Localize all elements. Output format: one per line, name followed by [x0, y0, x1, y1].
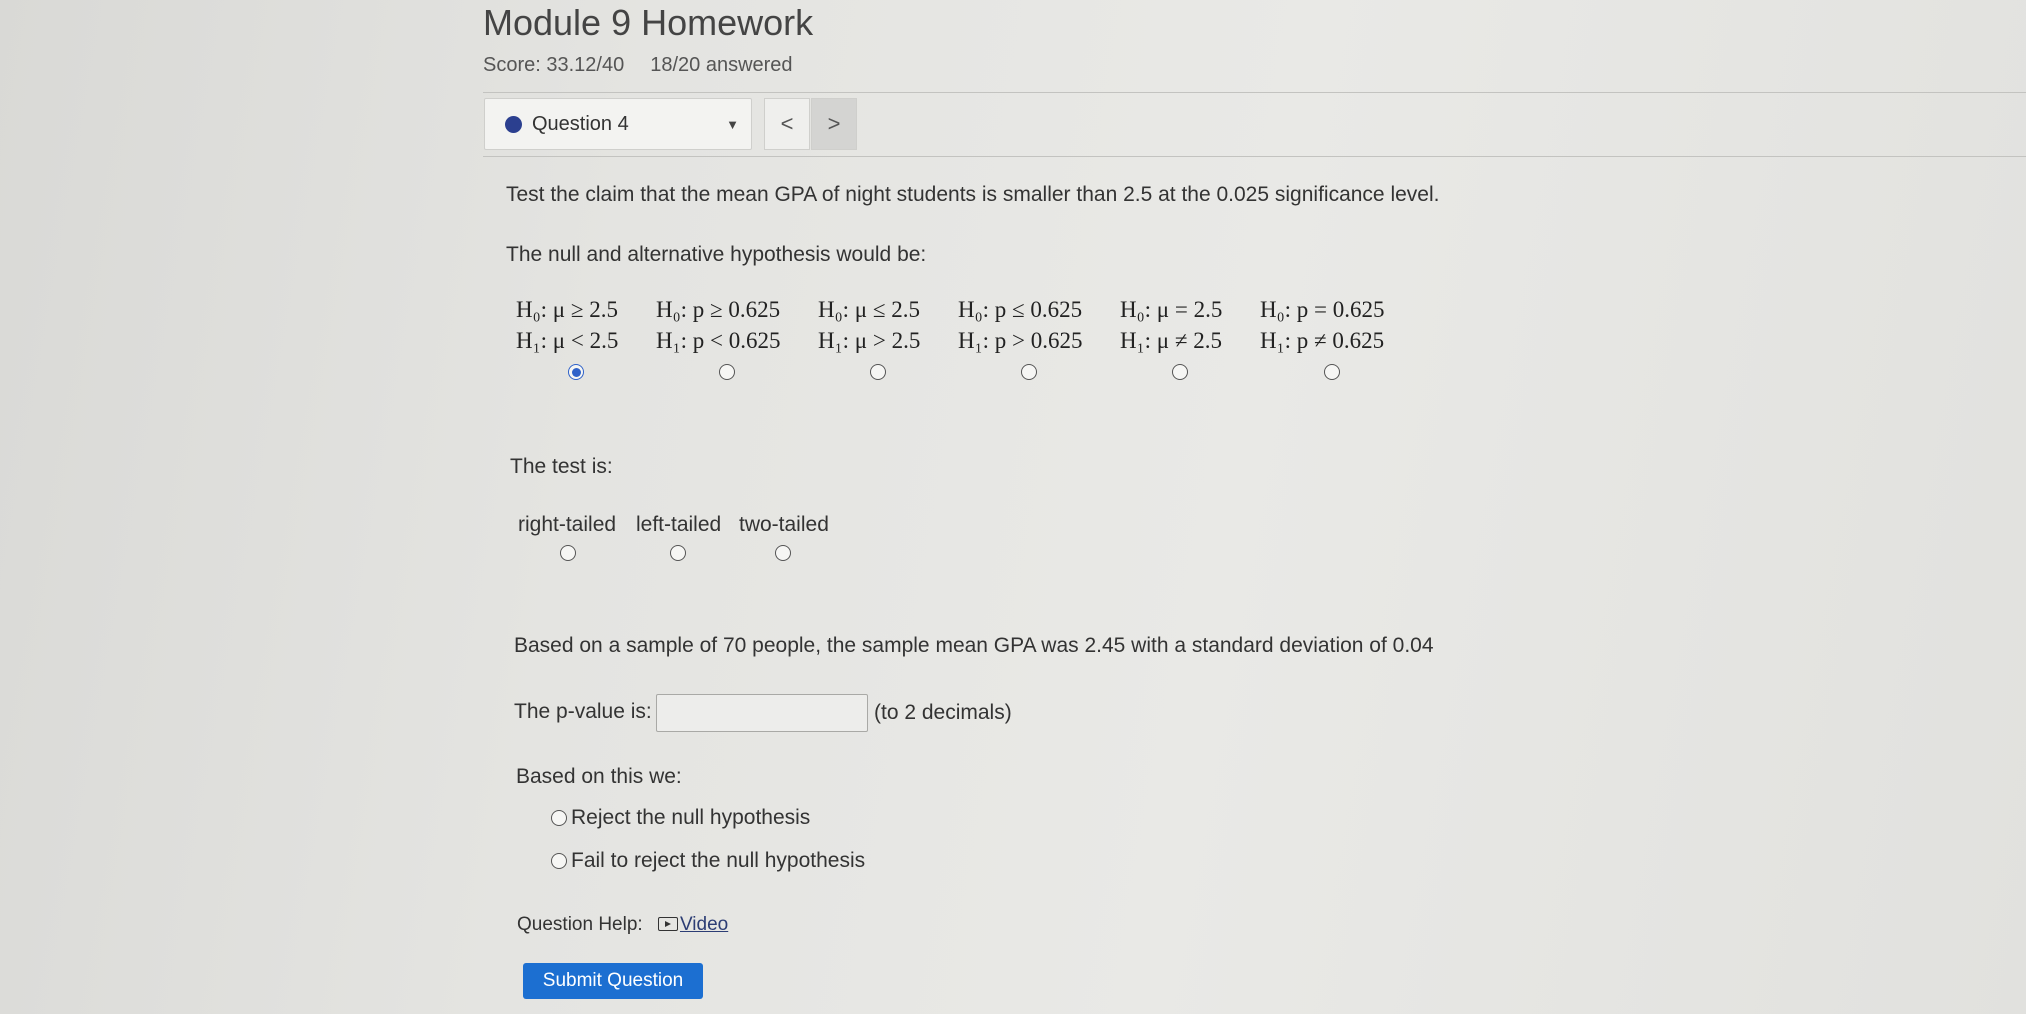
- hypothesis-label: The null and alternative hypothesis woul…: [506, 243, 927, 266]
- question-status-dot: [505, 115, 522, 133]
- hypothesis-option-6-h1: H₁: p ≠ 0.625: [1260, 328, 1385, 353]
- question-select[interactable]: Question 4 ▼: [484, 98, 752, 150]
- hypothesis-option-5-h1: H₁: μ ≠ 2.5: [1120, 328, 1222, 353]
- score-summary: Score: 33.12/40 18/20 answered: [483, 54, 793, 77]
- hypothesis-option-1-h0: H₀: μ ≥ 2.5: [516, 297, 618, 322]
- hypothesis-option-1-h1: H₁: μ < 2.5: [516, 328, 619, 353]
- chevron-right-icon: >: [827, 111, 841, 136]
- video-icon: [657, 917, 678, 931]
- decision-fail-radio[interactable]: [551, 853, 567, 869]
- test-option-left-label: left-tailed: [636, 513, 722, 536]
- test-option-two-label: two-tailed: [739, 513, 829, 536]
- pvalue-hint: (to 2 decimals): [874, 701, 1012, 724]
- hypothesis-option-3-h1: H₁: μ > 2.5: [818, 328, 921, 353]
- caret-down-icon: ▼: [726, 117, 739, 132]
- next-question-button[interactable]: >: [811, 98, 857, 150]
- test-type-label: The test is:: [510, 455, 613, 478]
- pvalue-input[interactable]: [656, 694, 868, 732]
- nav-divider: [483, 156, 2026, 157]
- test-option-right-label: right-tailed: [518, 513, 617, 536]
- video-link-label: Video: [679, 914, 729, 935]
- hypothesis-option-4-h1: H₁: p > 0.625: [958, 328, 1083, 353]
- pvalue-label: The p-value is:: [514, 700, 652, 723]
- hypothesis-option-6-h0: H₀: p = 0.625: [1260, 297, 1385, 322]
- hypothesis-option-4-h0: H₀: p ≤ 0.625: [958, 297, 1083, 322]
- decision-reject-radio[interactable]: [551, 810, 567, 826]
- question-select-label: Question 4: [532, 112, 629, 135]
- hypothesis-option-2-h0: H₀: p ≥ 0.625: [656, 297, 781, 322]
- header-divider: [483, 92, 2026, 93]
- test-option-left-radio[interactable]: [670, 545, 686, 561]
- chevron-left-icon: <: [780, 111, 794, 136]
- decision-option-fail[interactable]: Fail to reject the null hypothesis: [551, 849, 865, 873]
- test-option-two-radio[interactable]: [775, 545, 791, 561]
- question-prompt: Test the claim that the mean GPA of nigh…: [506, 183, 1440, 206]
- question-help-label: Question Help:: [517, 914, 643, 935]
- decision-option-reject[interactable]: Reject the null hypothesis: [551, 806, 810, 830]
- hypothesis-option-5-h0: H₀: μ = 2.5: [1120, 297, 1223, 322]
- hypothesis-option-5-radio[interactable]: [1172, 364, 1188, 380]
- score-text: Score: 33.12/40: [483, 54, 625, 76]
- hypothesis-option-3-h0: H₀: μ ≤ 2.5: [818, 297, 920, 322]
- hypothesis-option-1-radio[interactable]: [568, 364, 584, 380]
- sample-description: Based on a sample of 70 people, the samp…: [514, 634, 1434, 657]
- hypothesis-option-4-radio[interactable]: [1021, 364, 1037, 380]
- hypothesis-option-6-radio[interactable]: [1324, 364, 1340, 380]
- page-title: Module 9 Homework: [483, 2, 814, 43]
- hypothesis-option-2-h1: H₁: p < 0.625: [656, 328, 781, 353]
- previous-question-button[interactable]: <: [764, 98, 810, 150]
- decision-fail-label: Fail to reject the null hypothesis: [571, 849, 866, 872]
- answered-count: 18/20 answered: [650, 54, 793, 76]
- question-help: Question Help: Video: [517, 914, 728, 936]
- hypothesis-option-3-radio[interactable]: [870, 364, 886, 380]
- submit-question-button[interactable]: Submit Question: [523, 963, 703, 999]
- video-link[interactable]: Video: [657, 914, 729, 935]
- decision-reject-label: Reject the null hypothesis: [571, 806, 811, 829]
- decision-label: Based on this we:: [516, 765, 682, 788]
- test-option-right-radio[interactable]: [560, 545, 576, 561]
- hypothesis-option-2-radio[interactable]: [719, 364, 735, 380]
